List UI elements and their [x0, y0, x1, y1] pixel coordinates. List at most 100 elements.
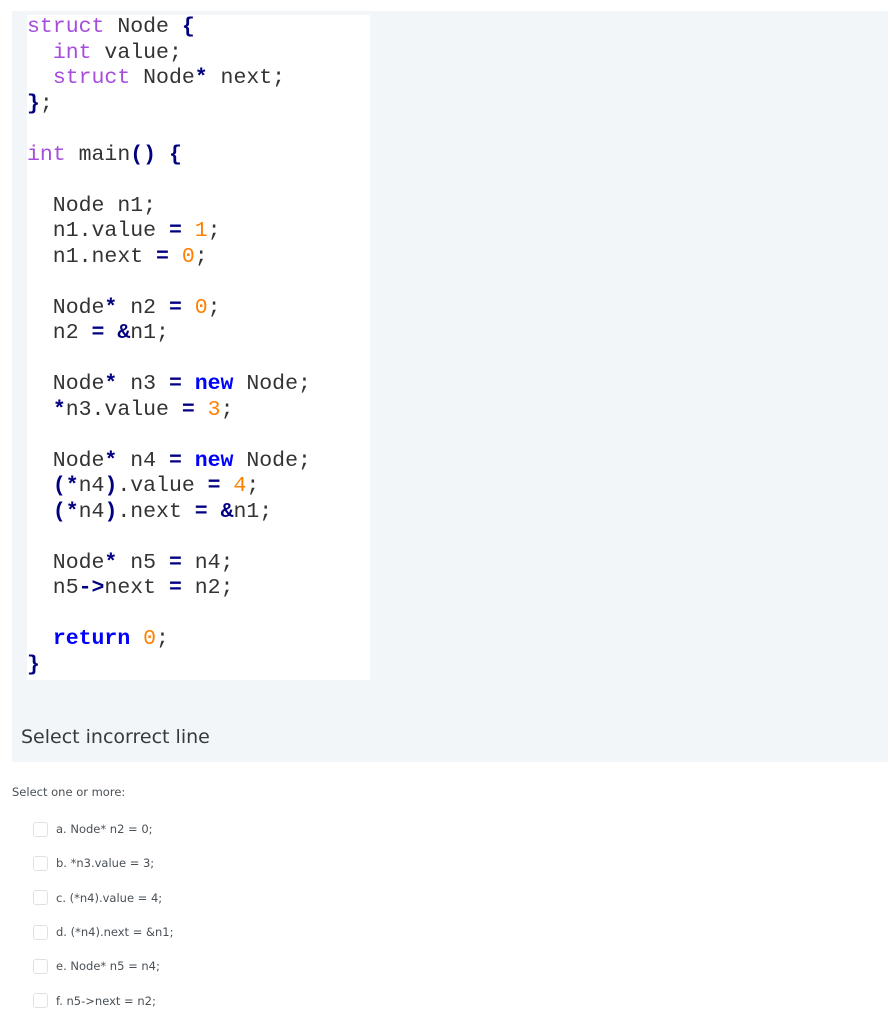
- code-token: n1;: [130, 321, 169, 345]
- code-token: *: [104, 550, 118, 575]
- option-c[interactable]: c. (*n4).value = 4;: [33, 881, 173, 915]
- code-token: ;: [246, 474, 260, 498]
- code-token: *: [104, 448, 118, 473]
- code-token: =: [194, 499, 208, 524]
- code-token: Node n1;: [27, 193, 157, 218]
- code-token: ;: [220, 397, 234, 422]
- option-label: a. Node* n2 = 0;: [56, 822, 153, 837]
- option-b[interactable]: b. *n3.value = 3;: [33, 846, 173, 880]
- code-token: 0: [143, 627, 157, 651]
- code-line: (*n4).value = 4;: [27, 474, 311, 500]
- code-token: n1.next: [27, 244, 157, 269]
- code-token: Node;: [233, 448, 311, 473]
- code-line: Node* n5 = n4;: [27, 551, 311, 577]
- code-token: n4: [78, 474, 105, 498]
- option-label: d. (*n4).next = &n1;: [56, 925, 174, 940]
- code-block: struct Node { int value; struct Node* ne…: [27, 15, 311, 678]
- answer-options: a. Node* n2 = 0; b. *n3.value = 3; c. (*…: [33, 812, 173, 1018]
- code-token: 0: [194, 295, 208, 320]
- checkbox[interactable]: [33, 924, 48, 940]
- checkbox[interactable]: [33, 890, 48, 906]
- code-token: *: [194, 66, 208, 90]
- code-line: struct Node {: [27, 15, 311, 41]
- option-d[interactable]: d. (*n4).next = &n1;: [33, 915, 173, 949]
- code-line: n5->next = n2;: [27, 576, 311, 602]
- code-line: Node* n2 = 0;: [27, 296, 311, 322]
- option-f[interactable]: f. n5->next = n2;: [33, 983, 173, 1017]
- code-token: new: [194, 372, 234, 396]
- code-line: *n3.value = 3;: [27, 398, 311, 424]
- checkbox[interactable]: [33, 958, 48, 974]
- code-token: next: [104, 576, 169, 600]
- code-token: ;: [194, 244, 208, 269]
- code-token: Node: [27, 448, 105, 473]
- code-token: (*: [52, 499, 79, 524]
- code-token: return: [52, 627, 131, 651]
- code-token: Node: [27, 295, 105, 320]
- code-token: n4: [78, 499, 105, 524]
- code-line: struct Node* next;: [27, 66, 311, 92]
- code-token: =: [156, 244, 169, 269]
- code-line: (*n4).next = &n1;: [27, 500, 311, 526]
- code-token: ): [104, 499, 118, 524]
- code-token: ->: [78, 576, 105, 600]
- code-token: Node: [27, 372, 105, 396]
- code-line: int main() {: [27, 143, 311, 169]
- code-line: Node n1;: [27, 194, 311, 220]
- code-token: n3: [117, 372, 169, 396]
- code-token: main: [65, 142, 131, 167]
- code-token: n2: [117, 295, 169, 320]
- checkbox[interactable]: [33, 855, 48, 871]
- code-token: struct: [27, 15, 105, 39]
- code-token: (): [130, 142, 157, 167]
- code-token: *: [104, 295, 118, 320]
- option-label: c. (*n4).value = 4;: [56, 890, 163, 905]
- code-line: Node* n3 = new Node;: [27, 372, 311, 398]
- code-line: int value;: [27, 41, 311, 67]
- code-token: {: [181, 15, 195, 39]
- code-line: }: [27, 653, 311, 679]
- code-token: Node;: [233, 372, 311, 396]
- code-token: &: [117, 321, 131, 345]
- code-token: value;: [91, 40, 182, 65]
- code-line: n1.value = 1;: [27, 219, 311, 245]
- code-token: Node: [27, 550, 105, 575]
- code-token: =: [168, 219, 182, 243]
- option-label: e. Node* n5 = n4;: [56, 959, 160, 974]
- checkbox[interactable]: [33, 821, 48, 837]
- code-token: .value: [117, 474, 208, 498]
- code-token: =: [168, 550, 182, 575]
- code-token: 1: [194, 219, 208, 243]
- code-token: n1.value: [27, 219, 169, 243]
- code-token: }: [27, 91, 40, 116]
- code-line: return 0;: [27, 627, 311, 653]
- code-token: 3: [207, 397, 221, 422]
- option-e[interactable]: e. Node* n5 = n4;: [33, 949, 173, 983]
- code-token: n2: [27, 321, 92, 345]
- code-token: =: [168, 372, 182, 396]
- checkbox[interactable]: [33, 993, 48, 1009]
- code-token: n5: [27, 576, 79, 600]
- option-a[interactable]: a. Node* n2 = 0;: [33, 812, 173, 846]
- code-token: n3.value: [65, 397, 182, 422]
- option-label: b. *n3.value = 3;: [56, 856, 155, 871]
- code-token: next;: [207, 66, 286, 90]
- code-token: Node: [104, 15, 182, 39]
